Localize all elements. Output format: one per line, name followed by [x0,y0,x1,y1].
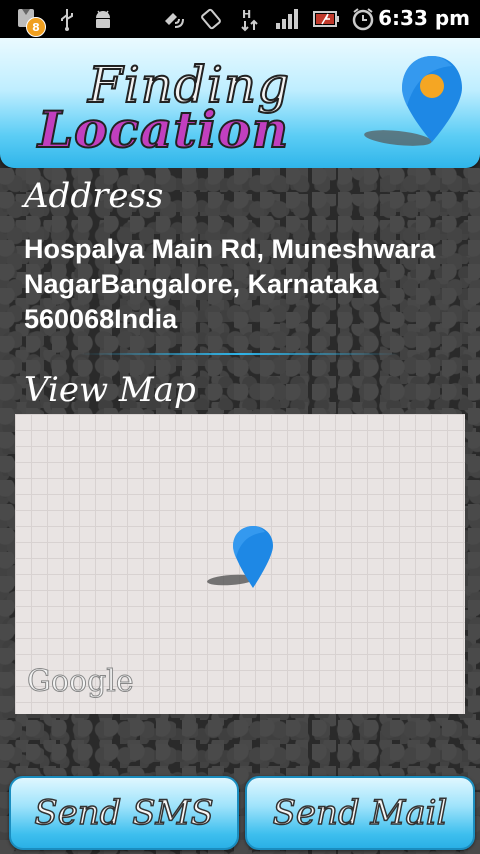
status-bar: 8 H 6:33 pm [0,0,480,38]
google-logo: Google [27,664,135,700]
divider [80,353,400,355]
address-text: Hospalya Main Rd, Muneshwara NagarBangal… [24,234,436,334]
location-pin-icon [362,52,472,166]
app-header: Finding Location [0,38,480,168]
usb-icon [56,5,78,33]
status-time: 6:33 pm [378,6,470,30]
gps-icon [160,5,186,33]
svg-text:H: H [242,8,251,21]
app-title-location: Location [37,99,290,160]
send-sms-button[interactable]: Send SMS [9,776,239,850]
android-debug-icon [90,5,116,33]
notification-count-badge: 8 [26,17,46,37]
alarm-icon [350,5,376,33]
view-map-label: View Map [24,370,196,410]
screen-rotate-icon [198,5,224,33]
send-mail-button[interactable]: Send Mail [245,776,475,850]
address-label: Address [24,176,164,216]
map-view[interactable]: Google [15,414,465,714]
data-transfer-icon: H [238,5,262,33]
battery-icon [312,5,340,33]
signal-icon [274,5,300,33]
map-marker-icon[interactable] [205,524,285,598]
